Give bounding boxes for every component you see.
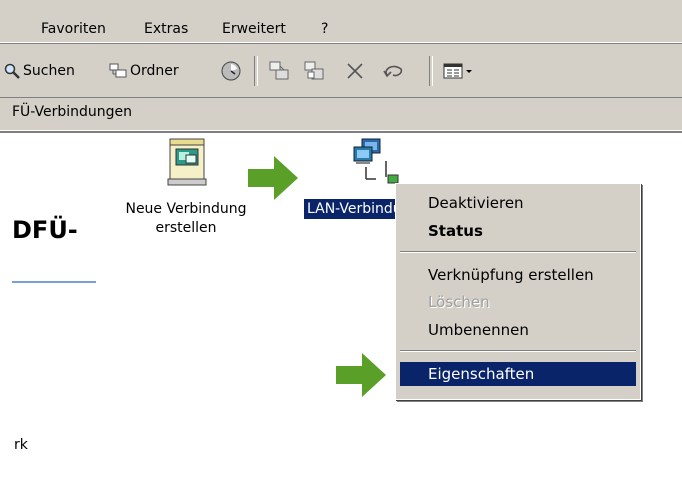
menu-item-delete: Löschen [428,293,490,311]
copy-to-icon [304,61,324,80]
lan-connection-label[interactable]: LAN-Verbindung [304,199,400,219]
menu-item-properties[interactable]: Eigenschaften [400,362,636,386]
history-icon [221,61,241,81]
menu-item-status[interactable]: Status [400,220,636,242]
menu-item-deactivate[interactable]: Deaktivieren [400,192,636,214]
search-icon [4,63,20,79]
panel-text: rk [14,437,28,453]
lan-connection-icon[interactable] [350,137,402,189]
new-connection-label[interactable]: Neue Verbindung erstellen [108,200,264,238]
menu-separator [400,251,636,253]
undo-button[interactable] [381,58,405,84]
menu-help[interactable]: ? [321,21,328,37]
panel-title: DFÜ- [12,216,78,244]
move-to-icon [269,61,289,80]
toolbar-separator [254,56,258,86]
pointer-arrow-icon [336,353,386,397]
views-icon [443,63,472,79]
menu-item-rename[interactable]: Umbenennen [400,319,636,341]
toolbar-separator [429,56,433,86]
context-menu: Deaktivieren Status Verknüpfung erstelle… [395,183,641,400]
history-button[interactable] [220,58,242,84]
folders-label: Ordner [130,63,179,79]
menu-favorites[interactable]: Favoriten [41,21,106,37]
copy-to-button[interactable] [303,58,325,84]
undo-icon [383,65,403,78]
menu-bar: Favoriten Extras Erweitert ? [0,0,682,43]
address-text: FÜ-Verbindungen [12,104,133,120]
menu-separator [400,350,636,352]
folders-button[interactable]: Ordner [109,58,179,84]
menu-item-create-shortcut[interactable]: Verknüpfung erstellen [400,264,636,286]
search-label: Suchen [23,63,75,79]
folders-icon [109,63,127,78]
search-button[interactable]: Suchen [4,58,75,84]
menu-advanced[interactable]: Erweitert [222,21,286,37]
views-button[interactable] [443,58,477,84]
toolbar: Suchen Ordner [0,43,682,97]
delete-button[interactable] [345,58,365,84]
move-to-button[interactable] [268,58,290,84]
panel-divider [12,281,96,283]
delete-icon [347,63,363,79]
menu-extras[interactable]: Extras [144,21,188,37]
new-connection-icon[interactable] [164,137,210,189]
pointer-arrow-icon [248,156,298,200]
